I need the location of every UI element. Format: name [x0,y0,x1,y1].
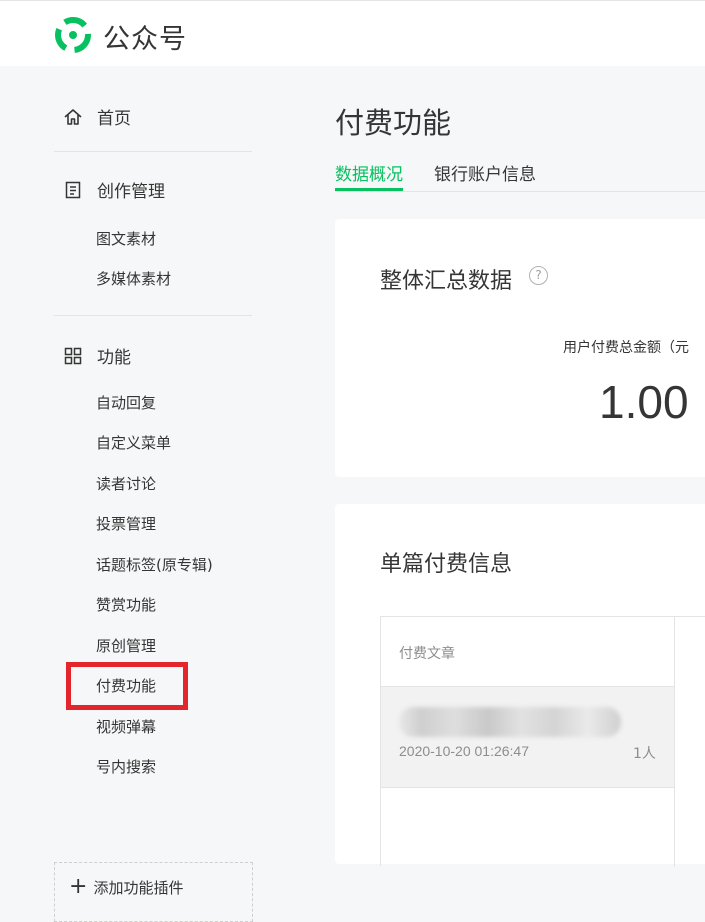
table-column-divider [674,617,675,867]
grid-icon [64,347,82,364]
sidebar-item-original-management[interactable]: 原创管理 [96,635,156,656]
document-icon [65,181,81,198]
sidebar-section-label: 功能 [97,348,131,368]
sidebar-section-creation[interactable]: 创作管理 [63,177,165,202]
sidebar-section-features[interactable]: 功能 [63,343,131,368]
column-header-paid-article: 付费文章 [399,646,455,662]
sidebar-item-video-danmaku[interactable]: 视频弹幕 [96,716,156,737]
sidebar-item-reader-discussion[interactable]: 读者讨论 [96,473,156,494]
page-title: 付费功能 [335,106,452,140]
sidebar-section-label: 创作管理 [97,182,165,202]
question-icon[interactable]: ? [529,266,548,285]
home-icon [64,108,82,125]
sidebar-item-image-text-materials[interactable]: 图文素材 [96,228,156,249]
sidebar-item-media-materials[interactable]: 多媒体素材 [96,268,171,289]
sidebar-divider [54,151,252,152]
paid-articles-table: 付费文章 2020-10-20 01:26:47 1人 [380,616,705,867]
sidebar-item-auto-reply[interactable]: 自动回复 [96,392,156,413]
tab-data-overview[interactable]: 数据概况 [335,160,403,191]
total-paid-amount-label: 用户付费总金额（元 [563,340,689,356]
tab-bar: 数据概况 银行账户信息 [335,158,705,192]
sidebar-item-home[interactable]: 首页 [63,104,131,129]
row-date: 2020-10-20 01:26:47 [399,743,529,759]
blurred-article-title [399,707,621,737]
sidebar-item-reward[interactable]: 赞赏功能 [96,594,156,615]
single-article-card: 单篇付费信息 付费文章 2020-10-20 01:26:47 1人 [335,504,705,867]
add-plugin-label: 添加功能插件 [93,879,184,897]
sidebar: 首页 创作管理 图文素材 多媒体素材 功能 自动回复 自定义菜单 读者讨论 投票… [0,66,300,922]
table-row[interactable]: 2020-10-20 01:26:47 1人 [381,686,674,788]
top-bar: 公众号 [0,0,705,66]
brand-name[interactable]: 公众号 [103,17,187,56]
summary-card: 整体汇总数据 ? 用户付费总金额（元 1.00 [335,219,705,477]
sidebar-item-label: 首页 [97,109,131,129]
sidebar-item-vote-management[interactable]: 投票管理 [96,513,156,534]
summary-title: 整体汇总数据 [380,269,513,294]
tab-bank-account-info[interactable]: 银行账户信息 [434,160,536,185]
add-plugin-button[interactable]: + 添加功能插件 [54,862,253,922]
single-article-title: 单篇付费信息 [380,552,513,577]
highlight-annotation-box [66,662,188,710]
sidebar-divider [54,315,252,316]
total-paid-amount-value: 1.00 [599,376,689,428]
wechat-official-account-logo-icon[interactable] [54,16,92,54]
row-payer-count: 1人 [633,746,656,762]
plus-icon: + [69,874,88,899]
sidebar-item-topic-tags[interactable]: 话题标签(原专辑) [96,554,213,575]
main-content: 付费功能 数据概况 银行账户信息 整体汇总数据 ? 用户付费总金额（元 1.00… [300,66,705,867]
sidebar-item-in-account-search[interactable]: 号内搜索 [96,756,156,777]
sidebar-item-custom-menu[interactable]: 自定义菜单 [96,432,171,453]
